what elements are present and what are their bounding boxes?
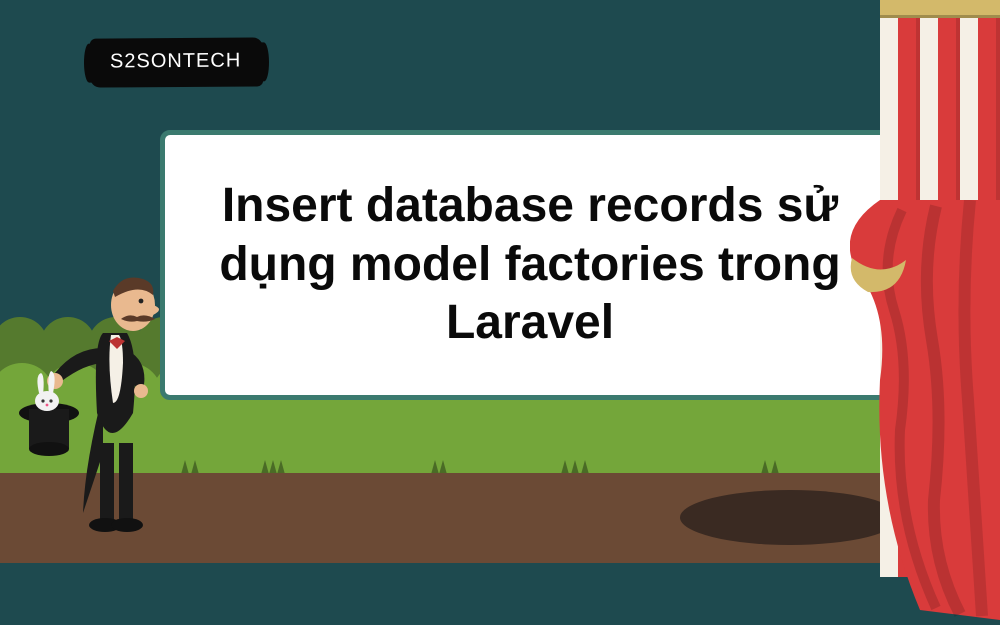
- curtain-drape: [850, 200, 1000, 620]
- curtain-rod: [880, 0, 1000, 18]
- logo-brushstroke: S2SONTECH: [90, 37, 264, 87]
- title-card: Insert database records sử dụng model fa…: [160, 130, 900, 400]
- logo-text: S2SONTECH: [110, 50, 241, 73]
- card-title: Insert database records sử dụng model fa…: [195, 177, 865, 353]
